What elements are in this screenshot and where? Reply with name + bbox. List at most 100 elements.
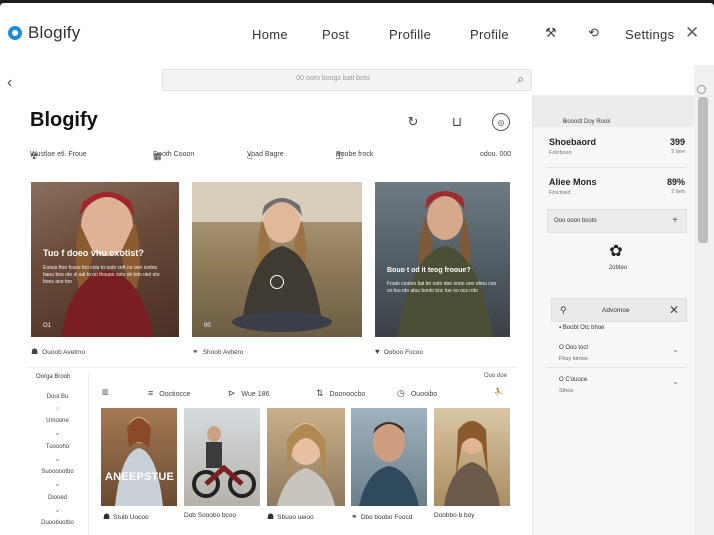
feature-card[interactable]: Tuo f doeo vhu cxotist? Eoouo ftoo fcuso… <box>31 182 179 337</box>
refresh-icon[interactable]: ↻ <box>404 113 422 131</box>
user-icon: ☗ <box>267 512 275 521</box>
post-thumbnail[interactable] <box>184 408 260 506</box>
thumb-overlay-text: ANEEPSTUE <box>105 471 175 483</box>
nav-home[interactable]: Home <box>252 27 288 42</box>
tool-item[interactable]: ◷ Ouooibo <box>397 388 437 399</box>
chat-icon: ⚭ <box>351 512 358 521</box>
tool-item[interactable]: ⊳ Wue 186 <box>228 388 269 399</box>
stat-percent: 399 <box>669 137 685 147</box>
card-headline: Bouo t od it teog frooue? <box>387 267 471 274</box>
dropdown-label: O Ooo toct <box>559 345 589 351</box>
option-box[interactable]: Ooo ooon bsoto + <box>547 209 687 233</box>
card-meta: ⚭ Shoob Avbero <box>192 347 244 356</box>
flower-icon[interactable]: ✿ <box>607 243 625 261</box>
category-item[interactable]: Dout Bu <box>26 394 89 400</box>
post-thumbnail[interactable] <box>434 408 510 506</box>
thumb-photo <box>115 417 163 506</box>
search-placeholder: 00 ooro boogz bati boto <box>296 75 370 82</box>
feature-card[interactable]: Bouo t od it teog frooue? Fouto coutoo b… <box>375 182 510 337</box>
advanced-subtitle: ▪ Boobt Otc bhoe <box>559 325 605 331</box>
nav-post[interactable]: Post <box>322 27 349 42</box>
clock-icon: ◷ <box>397 388 405 398</box>
thumb-photo <box>277 423 335 506</box>
back-chevron-icon[interactable]: ‹ <box>7 74 12 92</box>
divider <box>545 367 687 368</box>
chevron-down-icon[interactable]: ⌄ <box>26 505 89 514</box>
card-overlay: Tuo f doeo vhu cxotist? Eoouo ftoo fcuso… <box>43 248 163 286</box>
card-body: Fouto coutoo bai bo ooto doe onoo ooo ob… <box>387 281 497 294</box>
dropdown[interactable]: O C'ouoce Sthos ⌄ <box>559 377 679 394</box>
chevron-down-icon[interactable]: ⌄ <box>26 479 89 488</box>
plus-icon: + <box>672 215 678 226</box>
main-content: ‹ 00 ooro boogz bati boto ⌕ Blogify ↻ ⊔ … <box>0 65 532 535</box>
card-overlay: Bouo t od it teog frooue? Fouto coutoo b… <box>387 266 502 295</box>
category-item[interactable]: Umoone <box>26 418 89 424</box>
thumb-meta: Doobbo b boy <box>434 512 475 519</box>
chat-icon: ⚭ <box>192 347 199 356</box>
person-icon[interactable]: ⛹ <box>494 388 503 396</box>
dropdown-label: O C'ouoce <box>559 377 588 383</box>
stat-row[interactable]: Aliee Mons Ftoctoed 89% 2 beb <box>549 177 685 196</box>
stat-name: Aliee Mons <box>549 177 597 187</box>
thumb-meta: Dob Sooobo bcoo <box>184 512 237 519</box>
stat-rank: 2 bee <box>671 149 685 155</box>
thumb-photo <box>192 426 256 498</box>
flower-label: 2obteo <box>608 265 628 271</box>
chevron-down-icon[interactable]: ▫ <box>26 404 89 413</box>
search-bar[interactable]: 00 ooro boogz bati boto ⌕ <box>162 69 532 91</box>
inbox-icon[interactable]: ⊔ <box>448 113 466 131</box>
close-icon[interactable]: ✕ <box>669 303 679 317</box>
category-item[interactable]: Suoooootbo <box>26 469 89 475</box>
scrollbar-thumb[interactable] <box>698 97 708 243</box>
logo[interactable]: Blogify <box>8 23 80 43</box>
card-meta: ♥ Ooboo Focoo <box>375 347 424 356</box>
advanced-panel-header[interactable]: ⚲ Advomoe ✕ <box>551 298 687 322</box>
right-panel: ϟ Dooodt Doy Rook Shoebaord Fotcboso 399… <box>532 95 695 535</box>
user-icon: ☗ <box>31 347 39 356</box>
link-icon[interactable]: ⟲ <box>588 25 599 41</box>
card-photo <box>192 182 362 332</box>
tools-icon[interactable]: ⚒ <box>545 25 557 41</box>
category-item[interactable]: Duoobuotbo <box>26 520 89 526</box>
thumb-photo <box>444 421 500 506</box>
category-item[interactable]: Tuoooho <box>26 444 89 450</box>
post-thumbnail[interactable] <box>267 408 345 506</box>
post-thumbnail[interactable] <box>351 408 427 506</box>
tool-item[interactable]: ⇅ Doonoocbo <box>316 388 365 399</box>
chevron-down-icon[interactable]: ⌄ <box>26 454 89 463</box>
category-sidebar-title: Oorga Brooh <box>36 374 71 380</box>
scrollbar[interactable] <box>694 65 714 535</box>
play-icon: ⊳ <box>228 388 236 398</box>
nav-profile[interactable]: Profile <box>470 27 509 42</box>
user-icon: ☗ <box>103 512 111 521</box>
scroll-up-icon[interactable] <box>697 85 706 94</box>
nav-settings[interactable]: Settings <box>625 27 674 42</box>
search-icon[interactable]: ⌕ <box>517 72 524 87</box>
card-body: Eoouo ftoo fcuso foo colu to ooto ceft o… <box>43 265 160 285</box>
post-thumbnail[interactable]: ANEEPSTUE <box>101 408 177 506</box>
option-box-label: Ooo ooon bsoto <box>554 218 597 224</box>
advanced-title: Advomoe <box>602 307 630 314</box>
dropdown[interactable]: O Ooo toct Fhuy lotnoo ⌄ <box>559 345 679 362</box>
feature-card[interactable]: 00 <box>192 182 362 337</box>
chevron-down-icon[interactable]: ⌄ <box>26 428 89 437</box>
card-tag: 00 <box>204 323 211 329</box>
filter-right-label: odou. 000 <box>480 151 512 158</box>
lower-right-label: Ouo doe <box>484 373 508 379</box>
stat-sub: Fotcboso <box>549 150 572 156</box>
grid-view-icon[interactable]: ▥ <box>102 388 109 396</box>
app-window: Blogify Home Post Profille Profile ⚒ ⟲ S… <box>0 3 714 535</box>
list-icon: ≡ <box>148 388 154 398</box>
right-panel-header: ϟ Dooodt Doy Rook <box>533 95 695 127</box>
close-icon[interactable]: ✕ <box>685 23 699 43</box>
target-icon[interactable]: ◎ <box>492 113 510 131</box>
stat-rank: 2 beb <box>671 189 685 195</box>
stat-percent: 89% <box>666 177 685 187</box>
tool-item[interactable]: ≡ Ooctiocce <box>148 388 190 398</box>
stat-row[interactable]: Shoebaord Fotcboso 399 2 bee <box>549 137 685 156</box>
category-item[interactable]: Diooed <box>26 495 89 501</box>
stat-name: Shoebaord <box>549 137 597 147</box>
play-button-icon[interactable] <box>270 275 284 289</box>
nav-profille[interactable]: Profille <box>389 27 431 42</box>
thumb-meta: ☗ Sbuoo ueioo <box>267 512 314 521</box>
